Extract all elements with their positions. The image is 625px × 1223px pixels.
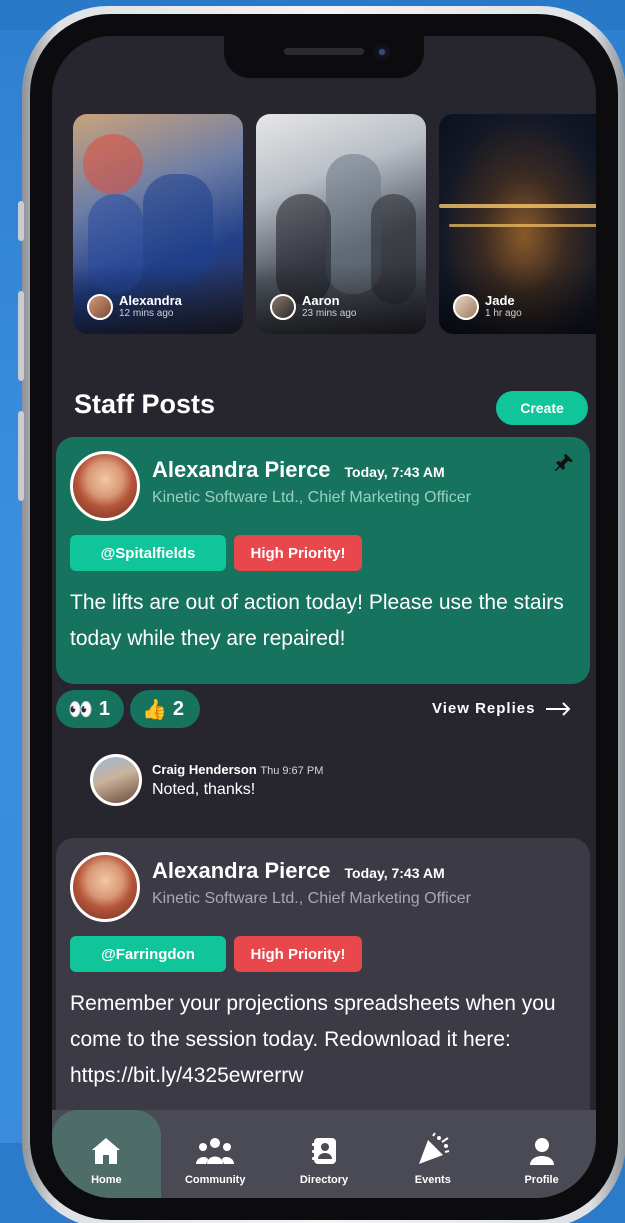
volume-up-button	[18, 291, 24, 381]
story-card[interactable]: Aaron 23 mins ago	[256, 114, 426, 334]
directory-icon	[311, 1138, 336, 1164]
volume-down-button	[18, 411, 24, 501]
tab-label: Directory	[299, 1174, 349, 1186]
post-time: Today, 7:43 AM	[344, 865, 445, 881]
post-author[interactable]: Alexandra Pierce	[152, 858, 331, 884]
story-name: Aaron	[302, 293, 340, 308]
priority-tag: High Priority!	[234, 936, 362, 972]
arrow-right-icon	[546, 701, 571, 716]
reaction-count: 2	[172, 697, 185, 720]
reaction-eyes[interactable]: 👀 1	[56, 690, 124, 728]
priority-tag: High Priority!	[234, 535, 362, 571]
speaker	[284, 48, 364, 55]
phone-bezel: Alexandra 12 mins ago Aaron 23 mins ago	[30, 14, 618, 1220]
stories-row: Alexandra 12 mins ago Aaron 23 mins ago	[73, 114, 596, 334]
reply-item[interactable]: Craig Henderson Thu 9:67 PM Noted, thank…	[90, 754, 323, 806]
story-card[interactable]: Alexandra 12 mins ago	[73, 114, 243, 334]
notch	[224, 36, 424, 78]
view-replies-label: View Replies	[432, 700, 536, 717]
pin-icon[interactable]	[554, 453, 574, 473]
phone-frame: Alexandra 12 mins ago Aaron 23 mins ago	[18, 6, 625, 1223]
tab-directory[interactable]: Directory	[270, 1110, 379, 1198]
tab-profile[interactable]: Profile	[487, 1110, 596, 1198]
post-time: Today, 7:43 AM	[344, 464, 445, 480]
tab-label: Community	[184, 1174, 246, 1186]
story-user: Aaron 23 mins ago	[270, 294, 356, 320]
post-meta: Alexandra Pierce Today, 7:43 AM Kinetic …	[152, 451, 471, 507]
reply-time: Thu 9:67 PM	[260, 764, 324, 777]
post-text: Remember your projections spreadsheets w…	[70, 992, 556, 1087]
post-header: Alexandra Pierce Today, 7:43 AM Kinetic …	[70, 852, 576, 922]
story-user: Alexandra 12 mins ago	[87, 294, 182, 320]
reply-text: Noted, thanks!	[152, 780, 256, 798]
reply-author-name: Craig Henderson	[152, 761, 257, 777]
post-role: Kinetic Software Ltd., Chief Marketing O…	[152, 489, 471, 506]
tab-label: Profile	[524, 1174, 559, 1186]
reply-author: Craig Henderson Thu 9:67 PM	[152, 762, 323, 777]
post-meta: Alexandra Pierce Today, 7:43 AM Kinetic …	[152, 852, 471, 908]
avatar	[453, 294, 479, 320]
home-icon	[92, 1138, 121, 1164]
avatar[interactable]	[90, 754, 142, 806]
avatar[interactable]	[70, 852, 140, 922]
post-name-row: Alexandra Pierce Today, 7:43 AM	[152, 858, 471, 884]
front-camera	[374, 44, 390, 60]
tab-home[interactable]: Home	[52, 1110, 161, 1198]
post-name-row: Alexandra Pierce Today, 7:43 AM	[152, 457, 471, 483]
story-name: Alexandra	[119, 293, 182, 308]
story-time: 23 mins ago	[302, 308, 357, 319]
reactions-row: 👀 1 👍 2	[56, 690, 200, 728]
post-header: Alexandra Pierce Today, 7:43 AM Kinetic …	[70, 451, 576, 521]
mute-switch	[18, 201, 24, 241]
post-text: The lifts are out of action today! Pleas…	[70, 591, 564, 650]
story-time: 12 mins ago	[119, 308, 174, 319]
post-role: Kinetic Software Ltd., Chief Marketing O…	[152, 890, 471, 907]
view-replies-link[interactable]: View Replies	[432, 700, 571, 717]
location-tag[interactable]: @Spitalfields	[70, 535, 226, 571]
tab-label: Events	[414, 1174, 451, 1186]
party-icon	[418, 1132, 450, 1164]
tab-label: Home	[91, 1174, 122, 1186]
reaction-count: 1	[98, 697, 111, 720]
reaction-thumbs-up[interactable]: 👍 2	[130, 690, 200, 728]
thumbs-up-icon: 👍	[142, 698, 167, 721]
eyes-icon: 👀	[68, 698, 93, 721]
post-card[interactable]: Alexandra Pierce Today, 7:43 AM Kinetic …	[56, 437, 590, 684]
profile-icon	[529, 1138, 554, 1165]
tab-bar: Home Community Directory Events Profile	[52, 1110, 596, 1198]
avatar	[270, 294, 296, 320]
community-icon	[196, 1138, 235, 1164]
reply-body: Craig Henderson Thu 9:67 PM Noted, thank…	[152, 762, 323, 799]
post-tags: @Farringdon High Priority!	[70, 936, 576, 972]
story-card[interactable]: Jade 1 hr ago	[439, 114, 596, 334]
tab-events[interactable]: Events	[378, 1110, 487, 1198]
post-tags: @Spitalfields High Priority!	[70, 535, 576, 571]
post-author[interactable]: Alexandra Pierce	[152, 457, 331, 483]
location-tag[interactable]: @Farringdon	[70, 936, 226, 972]
story-user: Jade 1 hr ago	[453, 294, 522, 320]
tab-community[interactable]: Community	[161, 1110, 270, 1198]
section-title: Staff Posts	[74, 389, 216, 419]
app-screen: Alexandra 12 mins ago Aaron 23 mins ago	[52, 36, 596, 1198]
story-name: Jade	[485, 293, 515, 308]
avatar[interactable]	[70, 451, 140, 521]
avatar	[87, 294, 113, 320]
create-button[interactable]: Create	[496, 391, 588, 425]
story-time: 1 hr ago	[485, 308, 522, 319]
